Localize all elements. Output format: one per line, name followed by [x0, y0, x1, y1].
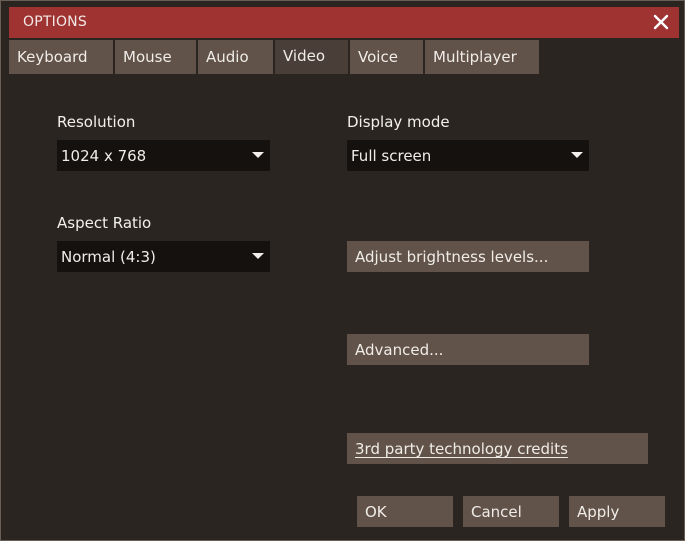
close-button[interactable]: [651, 11, 671, 33]
display-mode-dropdown[interactable]: Full screen: [347, 140, 589, 171]
ok-label: OK: [365, 503, 387, 521]
resolution-value: 1024 x 768: [61, 147, 147, 165]
close-icon: [653, 14, 669, 30]
aspect-ratio-value: Normal (4:3): [61, 248, 156, 266]
tab-audio[interactable]: Audio: [198, 40, 273, 74]
credits-label: 3rd party technology credits: [355, 440, 568, 458]
cancel-label: Cancel: [471, 503, 522, 521]
resolution-label: Resolution: [57, 113, 136, 131]
aspect-ratio-dropdown[interactable]: Normal (4:3): [57, 241, 270, 272]
chevron-down-icon: [571, 152, 583, 158]
title-bar: OPTIONS: [9, 7, 679, 38]
apply-button[interactable]: Apply: [569, 496, 665, 527]
cancel-button[interactable]: Cancel: [463, 496, 559, 527]
tab-mouse[interactable]: Mouse: [115, 40, 196, 74]
chevron-down-icon: [252, 152, 264, 158]
video-settings-panel: Resolution 1024 x 768 Aspect Ratio Norma…: [9, 74, 679, 533]
advanced-button[interactable]: Advanced...: [347, 334, 589, 365]
window-title: OPTIONS: [23, 14, 87, 30]
tab-voice[interactable]: Voice: [350, 40, 423, 74]
adjust-brightness-label: Adjust brightness levels...: [355, 248, 549, 266]
tab-multiplayer[interactable]: Multiplayer: [425, 40, 539, 74]
aspect-ratio-label: Aspect Ratio: [57, 214, 152, 232]
chevron-down-icon: [252, 253, 264, 259]
apply-label: Apply: [577, 503, 620, 521]
tab-video[interactable]: Video: [275, 40, 348, 74]
tab-keyboard[interactable]: Keyboard: [9, 40, 113, 74]
credits-button[interactable]: 3rd party technology credits: [347, 433, 648, 464]
adjust-brightness-button[interactable]: Adjust brightness levels...: [347, 241, 589, 272]
ok-button[interactable]: OK: [357, 496, 453, 527]
options-window: OPTIONS Keyboard Mouse Audio Video Voice…: [0, 0, 685, 541]
display-mode-label: Display mode: [347, 113, 450, 131]
advanced-label: Advanced...: [355, 341, 444, 359]
display-mode-value: Full screen: [351, 147, 432, 165]
resolution-dropdown[interactable]: 1024 x 768: [57, 140, 270, 171]
